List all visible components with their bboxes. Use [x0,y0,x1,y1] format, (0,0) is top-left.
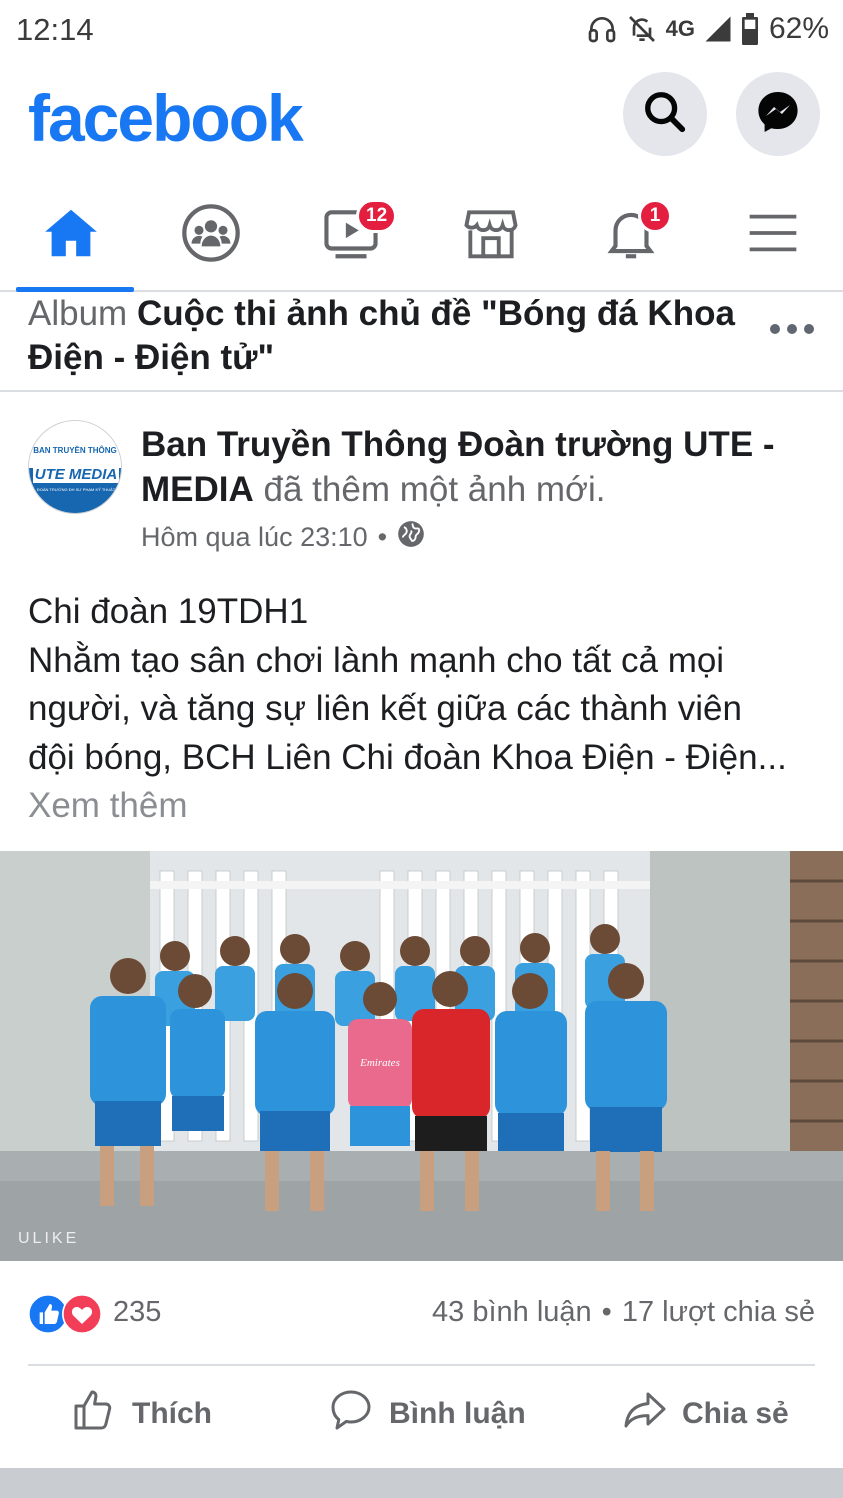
share-icon [620,1386,668,1442]
globe-icon [397,520,425,555]
post-text-line: Nhằm tạo sân chơi lành mạnh cho tất cả m… [28,640,725,680]
comment-button[interactable]: Bình luận [327,1386,526,1442]
post-text-line: đội bóng, BCH Liên Chi đoàn Khoa Điện - … [28,737,787,777]
photo-watermark: ULIKE [18,1230,79,1247]
post-header: BAN TRUYỀN THÔNG UTE MEDIA ĐOÀN TRƯỜNG Đ… [0,420,843,560]
reactions-bar[interactable]: 235 43 bình luận • 17 lượt chia sẻ [0,1280,843,1350]
feed-separator [0,1468,843,1498]
avatar-main-text: UTE MEDIA [35,466,118,483]
watch-badge: 12 [356,199,398,233]
reaction-icons [28,1294,102,1339]
groups-icon [179,201,243,270]
facebook-logo[interactable]: facebook [28,80,304,156]
author-line: Ban Truyền Thông Đoàn trường UTE - MEDIA… [141,422,811,512]
share-count[interactable]: 17 lượt chia sẻ [622,1296,815,1329]
battery-icon [741,13,759,45]
comment-label: Bình luận [389,1397,526,1430]
post-text: Chi đoàn 19TDH1 Nhằm tạo sân chơi lành m… [28,588,818,831]
team-photo: Emirates ULIKE [0,851,843,1261]
like-label: Thích [132,1397,212,1430]
album-title[interactable]: Album Cuộc thi ảnh chủ đề "Bóng đá Khoa … [28,292,758,380]
counts-separator: • [601,1296,612,1328]
avatar[interactable]: BAN TRUYỀN THÔNG UTE MEDIA ĐOÀN TRƯỜNG Đ… [28,420,122,514]
nav-tabs: 12 1 [0,180,843,292]
marketplace-icon [460,202,522,269]
avatar-bottom-text: ĐOÀN TRƯỜNG ĐH SƯ PHẠM KỸ THUẬT [37,487,116,492]
tab-groups[interactable] [148,180,274,290]
love-icon [62,1294,102,1339]
album-prefix: Album [28,294,128,333]
tab-home[interactable] [8,180,134,292]
tab-menu[interactable] [710,180,836,290]
post-text-line: Chi đoàn 19TDH1 [28,592,309,631]
post-photo[interactable]: Emirates ULIKE [0,851,843,1261]
tab-watch[interactable]: 12 [288,180,414,290]
search-icon [642,89,688,140]
share-button[interactable]: Chia sẻ [620,1386,789,1442]
author-name-line1[interactable]: Ban Truyền Thông Đoàn trường UTE - [141,425,775,464]
tab-marketplace[interactable] [428,180,554,290]
author-name-line2[interactable]: MEDIA [141,470,254,509]
album-title-line1: Cuộc thi ảnh chủ đề "Bóng đá Khoa [136,294,735,333]
see-more-link[interactable]: Xem thêm [28,782,818,831]
author-action: đã thêm một ảnh mới. [263,470,606,509]
reaction-count[interactable]: 235 [113,1296,161,1329]
bell-off-icon [626,13,658,45]
messenger-button[interactable] [736,72,820,156]
comment-icon [327,1386,375,1442]
menu-icon [745,205,801,266]
jersey-text: Emirates [359,1057,400,1069]
home-icon [40,202,102,269]
more-options-icon[interactable] [770,314,814,344]
album-title-line2: Điện - Điện tử" [28,338,275,377]
battery-percent: 62% [768,12,829,45]
network-label: 4G [665,16,695,41]
search-button[interactable] [623,72,707,156]
post-meta: Hôm qua lúc 23:10 • [141,520,425,555]
signal-icon [703,14,733,44]
post-timestamp[interactable]: Hôm qua lúc 23:10 [141,522,368,553]
thumbs-up-icon [70,1386,118,1442]
divider [28,1364,815,1366]
app-header: facebook [0,60,843,175]
messenger-icon [754,88,802,141]
headphones-icon [586,13,618,45]
album-header[interactable]: Album Cuộc thi ảnh chủ đề "Bóng đá Khoa … [0,292,843,392]
engagement-counts: 43 bình luận • 17 lượt chia sẻ [432,1296,815,1329]
comment-count[interactable]: 43 bình luận [432,1296,592,1329]
avatar-top-text: BAN TRUYỀN THÔNG [33,445,117,455]
status-icons: 4G 62% [586,10,829,48]
share-label: Chia sẻ [682,1397,789,1430]
status-bar: 12:14 4G 62% [0,0,843,58]
meta-separator: • [377,522,388,552]
like-button[interactable]: Thích [70,1386,212,1442]
notifications-badge: 1 [638,199,672,233]
status-time: 12:14 [16,12,94,47]
tab-notifications[interactable]: 1 [568,180,694,290]
post-text-line: người, và tăng sự liên kết giữa các thàn… [28,689,742,728]
post-actions: Thích Bình luận Chia sẻ [0,1368,843,1464]
